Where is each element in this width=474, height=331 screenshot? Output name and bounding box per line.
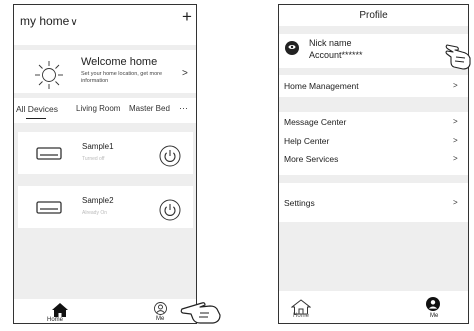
nav-home-label: Home [293, 313, 310, 319]
chevron-right-icon: > [453, 117, 458, 126]
air-conditioner-icon [36, 201, 62, 214]
chevron-right-icon: > [453, 154, 458, 163]
avatar [285, 41, 299, 55]
pointing-hand-icon [180, 302, 221, 324]
pointing-hand-icon [445, 44, 471, 70]
tab-master-bed[interactable]: Master Bed [129, 104, 170, 113]
device-card[interactable]: Sample1 Turned off [18, 132, 193, 174]
tab-underline [26, 118, 46, 119]
more-tabs-icon[interactable]: ··· [179, 103, 188, 113]
chevron-right-icon: > [453, 136, 458, 145]
menu-label: Settings [284, 198, 315, 208]
air-conditioner-icon [36, 147, 62, 160]
menu-item-home-management[interactable]: Home Management > [279, 75, 468, 97]
page-title: Profile [359, 10, 388, 21]
power-icon[interactable] [159, 145, 181, 167]
home-title: my home [20, 14, 70, 28]
menu-item-settings[interactable]: Settings > [279, 183, 468, 222]
device-status: Already On [82, 210, 108, 216]
device-card[interactable]: Sample2 Already On [18, 186, 193, 228]
device-status: Turned off [82, 156, 105, 162]
menu-label: More Services [284, 154, 339, 164]
home-screen: my home∨ + Welcome home Set your home lo… [13, 4, 197, 324]
tab-living-room[interactable]: Living Room [76, 104, 120, 113]
menu-label: Message Center [284, 117, 347, 127]
room-tabs: All Devices Living Room Master Bed ··· [14, 93, 196, 123]
device-list: Sample1 Turned off Sample2 Already On [14, 123, 196, 299]
welcome-subtitle: Set your home location, get more informa… [81, 71, 163, 84]
menu-label: Help Center [284, 136, 330, 146]
bottom-nav: Home Me [279, 291, 468, 323]
nav-me-label: Me [156, 316, 165, 322]
profile-row[interactable]: Nick name Account****** > [279, 34, 468, 68]
menu-label: Home Management [284, 81, 359, 91]
chevron-right-icon: > [453, 81, 458, 90]
tab-all-devices[interactable]: All Devices [16, 104, 58, 114]
user-icon [154, 302, 167, 315]
chevron-right-icon: > [453, 198, 458, 207]
nick-name: Nick name [309, 38, 352, 48]
chevron-down-icon: ∨ [70, 17, 78, 28]
sun-icon [35, 61, 63, 89]
nav-home-label: Home [47, 317, 64, 323]
home-selector[interactable]: my home∨ [20, 14, 78, 28]
device-name: Sample1 [82, 142, 114, 151]
device-name: Sample2 [82, 196, 114, 205]
welcome-banner[interactable]: Welcome home Set your home location, get… [14, 45, 196, 93]
home-icon [52, 303, 68, 317]
welcome-title: Welcome home [81, 56, 158, 68]
profile-header: Profile [279, 5, 468, 26]
user-icon [426, 297, 440, 311]
add-device-button[interactable]: + [182, 7, 192, 27]
chevron-right-icon: > [182, 68, 188, 79]
power-icon[interactable] [159, 199, 181, 221]
account-id: Account****** [309, 50, 363, 60]
nav-me-label: Me [430, 313, 439, 319]
bottom-nav: Home Me [14, 299, 196, 323]
profile-screen: Profile Nick name Account****** > Home M… [278, 4, 471, 324]
menu-group: Message Center > Help Center > More Serv… [279, 112, 468, 175]
